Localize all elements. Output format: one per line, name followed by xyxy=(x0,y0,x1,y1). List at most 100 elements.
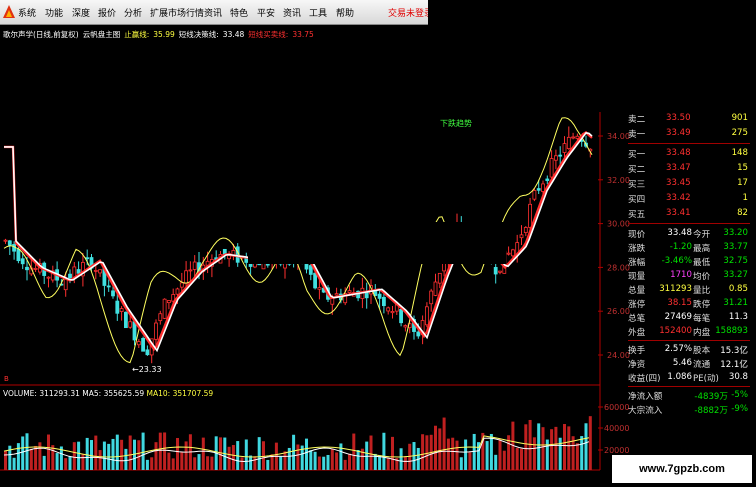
volume-bar xyxy=(98,450,102,470)
volume-bar xyxy=(348,453,351,470)
volume-bar xyxy=(309,450,313,470)
volume-bar xyxy=(322,456,326,470)
menu-tools[interactable]: 工具 xyxy=(309,6,327,19)
indicator-name: 云帆盘主图 xyxy=(82,30,121,39)
candlestick-body xyxy=(381,296,386,307)
candlestick-body xyxy=(7,240,12,246)
fundamental-row: 换手 2.57% 股本 15.3亿 xyxy=(628,343,750,357)
quote-label: 内盘 xyxy=(693,328,711,338)
menu-info[interactable]: 资讯 xyxy=(204,6,222,19)
volume-bar xyxy=(494,454,498,470)
fundamental-label: 净资 xyxy=(628,360,646,370)
volume-bar xyxy=(180,452,184,470)
menu-special[interactable]: 特色 xyxy=(230,6,248,19)
menu-pingan[interactable]: 平安 xyxy=(257,6,275,19)
fund-flow-percent: -9% xyxy=(731,404,748,414)
quote-value: 158893 xyxy=(715,326,748,336)
volume-bar xyxy=(240,457,244,470)
fundamental-label: 流通 xyxy=(693,360,711,370)
menu-depth[interactable]: 深度 xyxy=(72,6,90,19)
stop-label: 止赢线: xyxy=(124,30,150,39)
volume-bar xyxy=(369,435,373,470)
quote-value: 33.20 xyxy=(723,228,748,238)
quote-value: 31.21 xyxy=(723,298,748,308)
fundamental-value: 1.086 xyxy=(667,372,692,382)
volume-bar xyxy=(171,458,175,470)
volume-bar xyxy=(292,434,296,470)
orderbook-price: 33.48 xyxy=(666,148,691,158)
volume-bar xyxy=(365,441,369,470)
orderbook-price: 33.50 xyxy=(666,113,691,123)
menu-help[interactable]: 帮助 xyxy=(336,6,354,19)
volume-bar xyxy=(253,456,257,470)
candlestick-body xyxy=(424,306,429,326)
candlestick-body xyxy=(347,290,352,294)
volume-bar xyxy=(25,433,29,470)
volume-bar xyxy=(72,442,76,470)
orderbook-bid-row: 买三 33.45 17 xyxy=(628,177,750,191)
candlestick-body xyxy=(575,135,580,139)
orderbook-ask-row: 卖二 33.50 901 xyxy=(628,112,750,126)
volume-bar xyxy=(257,437,261,470)
volume-bar xyxy=(206,456,210,470)
quote-row: 现价 33.48 今开 33.20 xyxy=(628,227,750,241)
menu-function[interactable]: 功能 xyxy=(45,6,63,19)
quote-label: 最高 xyxy=(693,244,711,254)
candlestick-body xyxy=(248,263,253,267)
fundamental-value: 12.1亿 xyxy=(720,360,748,370)
trade-login-link[interactable]: 交易未登录 xyxy=(388,6,433,19)
candlestick-body xyxy=(386,307,391,312)
volume-bar xyxy=(262,441,265,470)
price-tick-label: 30.00 xyxy=(607,220,630,229)
volume-bar xyxy=(77,441,81,470)
orderbook-price: 33.41 xyxy=(666,208,691,218)
buy-label: 短线买卖线: xyxy=(248,30,289,39)
volume-bar xyxy=(266,459,270,470)
menu-system[interactable]: 系统 xyxy=(18,6,36,19)
quote-label: 涨停 xyxy=(628,300,646,310)
quote-value: 32.75 xyxy=(723,256,748,266)
volume-bar xyxy=(588,416,592,470)
occlusion-patch-top-right xyxy=(428,0,756,112)
candlestick-body xyxy=(562,143,567,153)
candlestick-body xyxy=(188,269,193,272)
candlestick-body xyxy=(317,287,322,290)
volume-bar xyxy=(584,423,588,470)
volume-bar xyxy=(68,456,72,470)
volume-value: 311293.31 xyxy=(39,389,80,398)
candlestick-body xyxy=(46,276,51,279)
orderbook-ask-row: 卖一 33.49 275 xyxy=(628,127,750,141)
candlestick-body xyxy=(536,188,541,191)
volume-bar xyxy=(434,425,437,470)
short-value: 33.48 xyxy=(222,30,245,39)
fundamental-label: 股本 xyxy=(693,346,711,356)
menu-quote[interactable]: 报价 xyxy=(98,6,116,19)
orderbook-price: 33.45 xyxy=(666,178,691,188)
volume-bar xyxy=(442,417,446,470)
volume-bar xyxy=(438,428,442,470)
fund-flow-amount: -8882万 xyxy=(694,406,728,416)
volume-bar xyxy=(128,435,132,470)
menu-extended-market[interactable]: 扩展市场行情 xyxy=(150,6,204,19)
candlestick-body xyxy=(313,272,318,289)
quote-value: 33.77 xyxy=(723,242,748,252)
panel-separator xyxy=(628,386,750,387)
quote-row: 总笔 27469 每笔 11.3 xyxy=(628,311,750,325)
orderbook-bid-row: 买一 33.48 148 xyxy=(628,147,750,161)
buy-value: 33.75 xyxy=(292,30,314,39)
quote-label: 量比 xyxy=(693,286,711,296)
menu-analysis[interactable]: 分析 xyxy=(124,6,142,19)
volume-bar xyxy=(305,438,308,470)
volume-bar xyxy=(455,440,459,470)
volume-bar xyxy=(4,450,7,470)
orderbook-volume: 82 xyxy=(737,208,748,218)
price-tick-label: 32.00 xyxy=(607,176,630,185)
volume-bar xyxy=(326,454,330,470)
low-price-annotation: ←23.33 xyxy=(132,365,162,374)
volume-bar xyxy=(339,443,343,470)
volume-bar xyxy=(163,432,167,470)
menu-news[interactable]: 资讯 xyxy=(283,6,301,19)
volume-bar xyxy=(197,454,201,470)
volume-bar xyxy=(111,438,115,470)
candlestick-body xyxy=(166,300,171,304)
